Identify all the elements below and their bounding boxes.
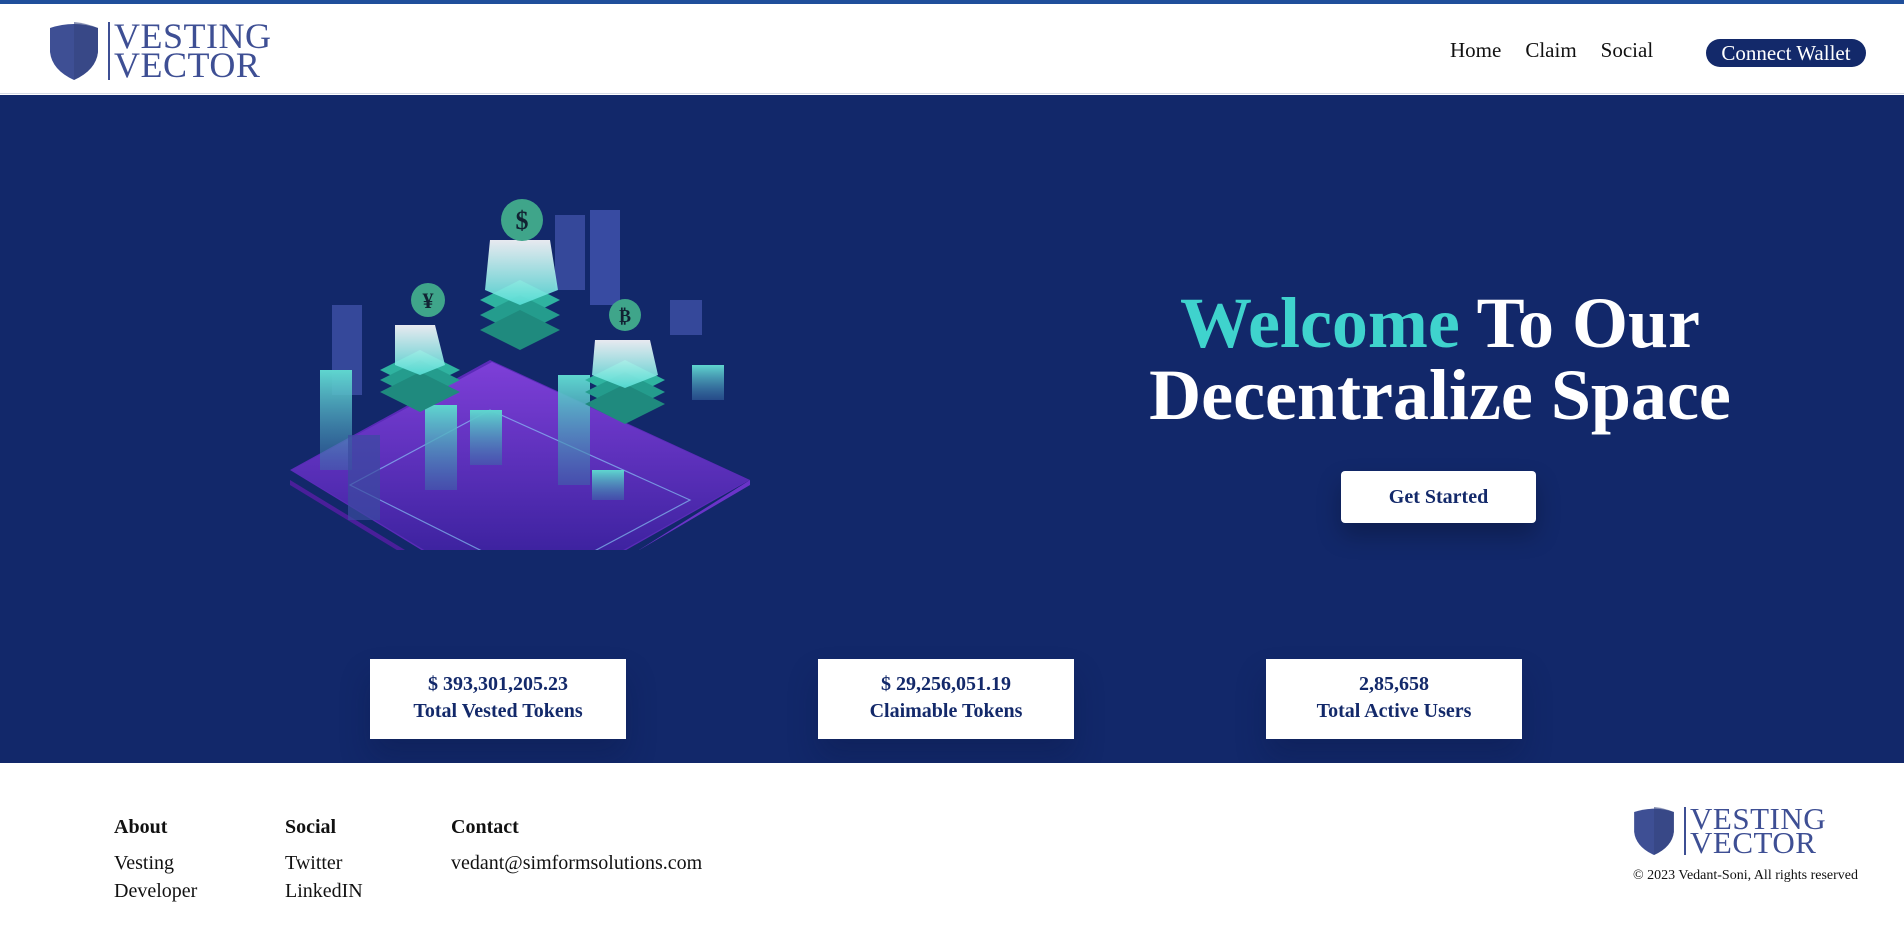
footer-heading-contact: Contact [451, 816, 519, 838]
brand-line-2: VECTOR [114, 45, 261, 85]
footer-link-linkedin[interactable]: LinkedIN [285, 877, 363, 905]
brand-wordmark: VESTING VECTOR [1690, 803, 1826, 860]
footer-col-about: About Vesting Developer [114, 815, 197, 905]
stat-value: $ 393,301,205.23 [428, 673, 568, 695]
connect-wallet-button[interactable]: Connect Wallet [1706, 39, 1866, 67]
isometric-crypto-illustration: ¥ $ ₿ [290, 199, 750, 550]
hero-title-rest: To Our [1459, 283, 1700, 363]
hero-title-accent: Welcome [1179, 283, 1460, 363]
footer-link-developer[interactable]: Developer [114, 877, 197, 905]
footer-contact-email[interactable]: vedant@simformsolutions.com [451, 849, 702, 877]
stat-value: 2,85,658 [1359, 673, 1429, 695]
logo-divider [1684, 807, 1686, 855]
main-nav: Home Claim Social [1450, 38, 1677, 62]
brand-logo[interactable]: VESTING VECTOR [48, 18, 271, 85]
stat-value: $ 29,256,051.19 [881, 673, 1011, 695]
shield-logo-icon [1634, 807, 1674, 855]
hero-title-line-2: Decentralize Space [1149, 355, 1731, 435]
stat-card-claimable: $ 29,256,051.19 Claimable Tokens [818, 659, 1074, 739]
footer-col-contact: Contact vedant@simformsolutions.com [451, 815, 702, 877]
hero-title: Welcome To Our Decentralize Space [1100, 287, 1780, 431]
copyright-text: © 2023 Vedant-Soni, All rights reserved [1633, 868, 1859, 883]
nav-home[interactable]: Home [1450, 38, 1501, 62]
get-started-button[interactable]: Get Started [1341, 471, 1536, 523]
stat-label: Total Active Users [1316, 700, 1472, 722]
stat-card-vested: $ 393,301,205.23 Total Vested Tokens [370, 659, 626, 739]
svg-text:$: $ [516, 206, 529, 235]
site-header: VESTING VECTOR Home Claim Social Connect… [0, 4, 1904, 94]
footer-link-vesting[interactable]: Vesting [114, 849, 197, 877]
footer-heading-about: About [114, 816, 168, 838]
footer-brand-logo[interactable]: VESTING VECTOR [1632, 803, 1826, 860]
stat-label: Claimable Tokens [869, 700, 1023, 722]
brand-wordmark: VESTING VECTOR [114, 18, 271, 85]
brand-line-2: VECTOR [1690, 825, 1817, 860]
stat-card-users: 2,85,658 Total Active Users [1266, 659, 1522, 739]
svg-text:₿: ₿ [619, 306, 631, 326]
logo-divider [108, 22, 110, 80]
footer-link-twitter[interactable]: Twitter [285, 849, 363, 877]
svg-text:¥: ¥ [423, 288, 434, 313]
stat-label: Total Vested Tokens [413, 700, 583, 722]
nav-claim[interactable]: Claim [1525, 38, 1576, 62]
site-footer: About Vesting Developer Social Twitter L… [0, 763, 1904, 944]
nav-social[interactable]: Social [1601, 38, 1654, 62]
shield-logo-icon [50, 22, 98, 80]
footer-heading-social: Social [285, 816, 337, 838]
footer-col-social: Social Twitter LinkedIN [285, 815, 363, 905]
